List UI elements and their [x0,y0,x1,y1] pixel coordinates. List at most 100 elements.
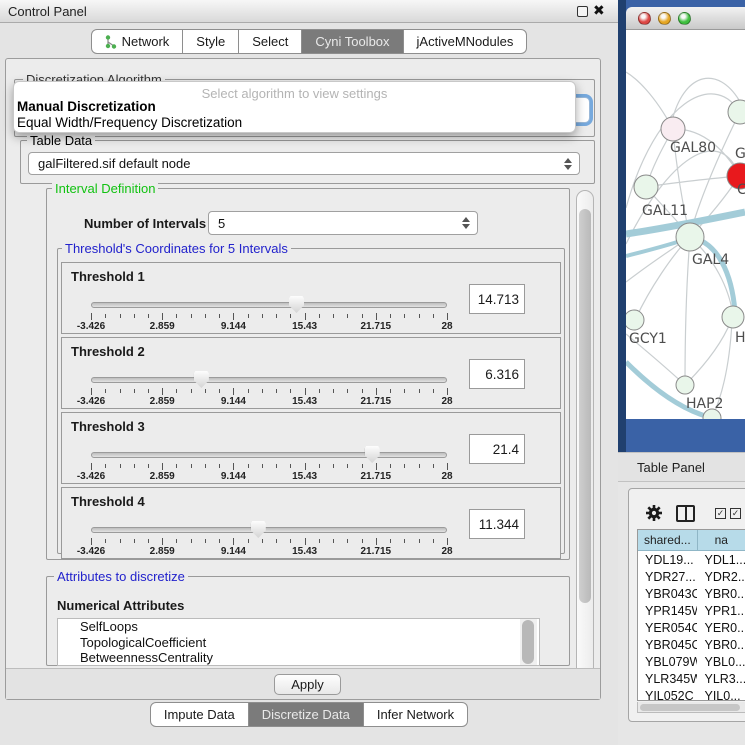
tick-mark [376,388,377,395]
slider-thumb[interactable] [194,371,209,388]
tick-mark [276,539,277,543]
tick-mark [305,313,306,320]
threshold-value-field[interactable]: 11.344 [469,509,525,539]
table-cell: YBR0... [697,636,745,653]
tick-mark [148,464,149,468]
bottom-tab-strip: Impute DataDiscretize DataInfer Network [0,702,618,727]
tick-mark [404,389,405,393]
table-horizontal-scrollbar[interactable] [637,702,745,713]
apply-button[interactable]: Apply [274,674,341,695]
attribute-item[interactable]: BetweennessCentrality [58,650,539,666]
tick-label: 2.859 [150,546,175,557]
column-header[interactable]: shared... [638,530,698,551]
table-data-combo-value: galFiltered.sif default node [38,156,190,171]
tick-mark [404,464,405,468]
network-edge[interactable] [685,321,731,385]
gear-icon[interactable] [645,504,663,522]
network-node[interactable] [722,306,744,328]
node-table[interactable]: shared...naYDL19...YDL1...YDR27...YDR2..… [637,529,745,701]
table-cell: YER054C [638,619,697,636]
number-of-intervals-combo[interactable]: 5 [208,211,478,235]
tick-mark [148,389,149,393]
tab-discretize-data[interactable]: Discretize Data [249,702,364,727]
tick-mark [91,463,92,470]
threshold-value-field[interactable]: 14.713 [469,284,525,314]
panel-vertical-scrollbar[interactable] [576,190,594,696]
table-row[interactable]: YLR345WYLR3... [638,670,745,687]
mac-zoom-icon[interactable] [678,12,691,25]
tick-mark [333,539,334,543]
tick-label: -3.426 [77,396,105,407]
threshold-value-field[interactable]: 6.316 [469,359,525,389]
slider-track[interactable] [91,302,447,308]
slider-thumb[interactable] [365,446,380,463]
tab-network[interactable]: Network [91,29,184,54]
tick-mark [419,389,420,393]
mac-close-icon[interactable] [638,12,651,25]
network-edge[interactable] [646,176,738,187]
attributes-scrollbar[interactable] [520,619,537,665]
tick-mark [447,388,448,395]
tick-mark [347,539,348,543]
tick-mark [262,539,263,543]
tick-mark [191,464,192,468]
network-node[interactable] [661,117,685,141]
table-row[interactable]: YBR045CYBR0... [638,636,745,653]
table-cell: YLR3... [697,670,745,687]
tab-impute-data[interactable]: Impute Data [150,702,249,727]
tab-label: jActiveMNodules [417,34,514,49]
tick-mark [390,389,391,393]
table-row[interactable]: YIL052CYIL0... [638,687,745,701]
network-node[interactable] [676,223,704,251]
mac-minimize-icon[interactable] [658,12,671,25]
network-canvas[interactable]: GAL80GACGAL11GAL4GCY1HHAP2 [626,30,745,419]
threshold-row-4: Threshold 4-3.4262.8599.14415.4321.71528… [61,487,561,559]
algorithm-option-1[interactable]: Equal Width/Frequency Discretization [14,115,575,131]
tick-mark [176,464,177,468]
network-window-titlebar [626,7,745,30]
slider-track[interactable] [91,377,447,383]
tick-mark [148,314,149,318]
threshold-label: Threshold 4 [71,494,145,509]
table-row[interactable]: YDR27...YDR2... [638,568,745,585]
scrollbar-thumb[interactable] [640,704,740,711]
table-row[interactable]: YBR043CYBR0... [638,585,745,602]
close-icon[interactable]: ✖ [593,2,605,19]
network-node[interactable] [634,175,658,199]
columns-icon[interactable] [676,505,695,522]
table-row[interactable]: YPR145WYPR1... [638,602,745,619]
checkbox-icon[interactable]: ✓ [715,508,726,519]
scrollbar-thumb[interactable] [522,620,534,664]
attribute-item[interactable]: SelfLoops [58,619,539,635]
tab-cyni-toolbox[interactable]: Cyni Toolbox [302,29,403,54]
column-header[interactable]: na [698,530,745,551]
algorithm-option-0[interactable]: Manual Discretization [14,99,575,115]
numerical-attributes-list[interactable]: SelfLoopsTopologicalCoefficientBetweenne… [57,618,540,666]
network-node[interactable] [676,376,694,394]
checkbox-icon[interactable]: ✓ [730,508,741,519]
scrollbar-thumb[interactable] [579,209,591,603]
table-row[interactable]: YBL079WYBL0... [638,653,745,670]
tab-jactivemnodules[interactable]: jActiveMNodules [404,29,528,54]
slider-track[interactable] [91,452,447,458]
table-data-combo[interactable]: galFiltered.sif default node [28,152,580,175]
tick-mark [276,389,277,393]
network-node[interactable] [626,310,644,330]
tick-mark [419,539,420,543]
tick-label: -3.426 [77,471,105,482]
attribute-item[interactable]: TopologicalCoefficient [58,635,539,651]
tab-style[interactable]: Style [183,29,239,54]
network-node[interactable] [728,100,745,124]
tab-select[interactable]: Select [239,29,302,54]
table-cell: YDL1... [697,551,745,568]
float-icon[interactable] [577,6,588,17]
network-edge[interactable] [685,237,690,383]
tab-infer-network[interactable]: Infer Network [364,702,468,727]
slider-thumb[interactable] [251,521,266,538]
table-row[interactable]: YDL19...YDL1... [638,551,745,568]
tick-mark [176,389,177,393]
slider-thumb[interactable] [289,296,304,313]
table-row[interactable]: YER054CYER0... [638,619,745,636]
threshold-value-field[interactable]: 21.4 [469,434,525,464]
slider-track[interactable] [91,527,447,533]
